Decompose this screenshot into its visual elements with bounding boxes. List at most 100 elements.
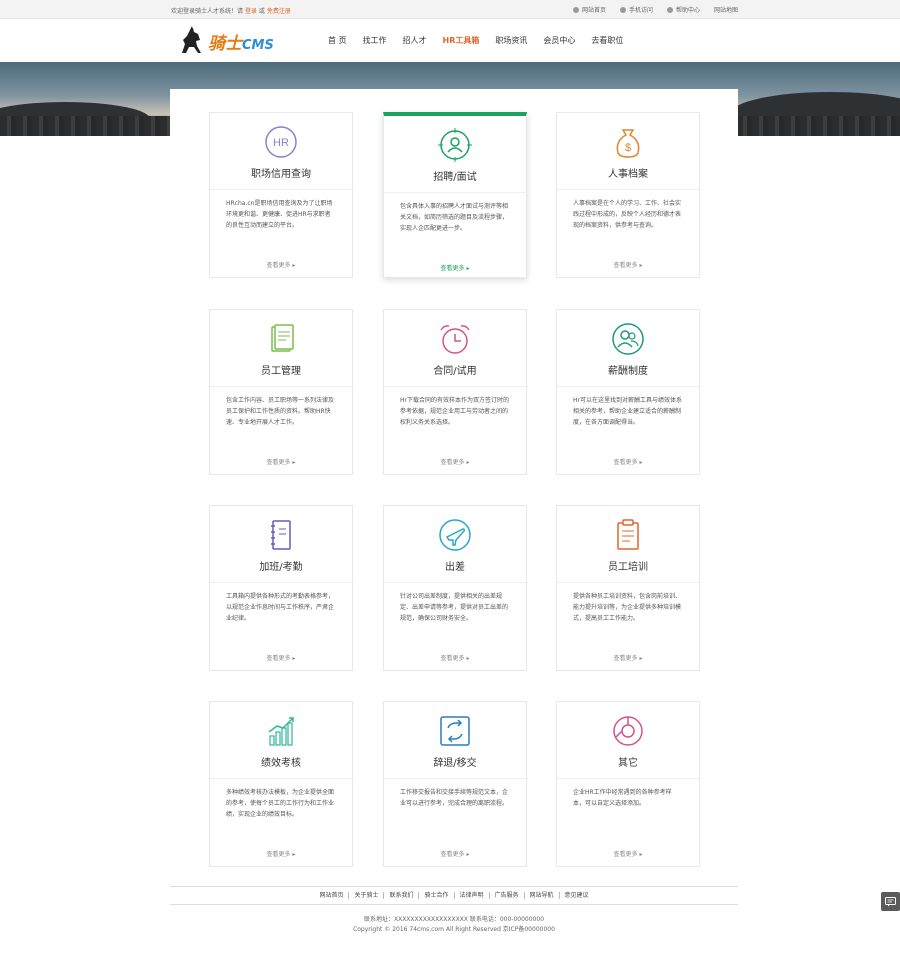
tool-card-title: 招聘/面试 xyxy=(433,172,477,183)
view-more-label: 查看更多 xyxy=(613,851,638,858)
home-icon xyxy=(572,6,579,13)
knight-horse-logo-icon xyxy=(182,26,201,53)
footer-link[interactable]: 网站导航 xyxy=(525,892,560,899)
footer-link[interactable]: 意见建议 xyxy=(560,892,594,899)
tool-card[interactable]: 薪酬制度 Hr可以在这里找到对薪酬工具与绩效体系相关的参考，帮助企业建立适合的薪酬… xyxy=(556,309,701,475)
pie-circle-icon xyxy=(613,716,643,746)
view-more-link[interactable]: 查看更多 ▸ xyxy=(384,263,526,272)
top-link-mobile[interactable]: 手机访问 xyxy=(619,5,653,14)
nav-hr-tools[interactable]: HR工具箱 xyxy=(443,35,480,46)
top-link-sitemap[interactable]: 网站地图 xyxy=(714,5,738,14)
arrow-right-icon: ▸ xyxy=(639,851,643,858)
nav-find-talent[interactable]: 招人才 xyxy=(403,35,427,46)
tool-card-description: 人事档案是在个人的学习、工作、社会实践过程中形成的，反映个人经历和德才表现的档案… xyxy=(573,200,682,229)
tool-card-description: Hr可以在这里找到对薪酬工具与绩效体系相关的参考，帮助企业建立适合的薪酬制度，在… xyxy=(573,397,682,426)
top-link-help[interactable]: 帮助中心 xyxy=(666,5,700,14)
logo[interactable]: 骑士CMS xyxy=(178,24,278,58)
logo-text: 骑士CMS xyxy=(208,29,274,54)
header: 骑士CMS 首 页 找工作 招人才 HR工具箱 职场资讯 会员中心 去看职位 xyxy=(0,19,900,62)
view-more-link[interactable]: 查看更多 ▸ xyxy=(557,260,699,269)
login-link[interactable]: 登录 xyxy=(245,8,257,15)
tool-card[interactable]: $ 人事档案 人事档案是在个人的学习、工作、社会实践过程中形成的，反映个人经历和德才… xyxy=(556,112,701,278)
tool-card-title: 绩效考核 xyxy=(261,758,301,769)
arrow-right-icon: ▸ xyxy=(466,655,470,662)
tool-card[interactable]: 加班/考勤工具箱内提供各种形式的考勤表格参考，以规范企业作息时间与工作秩序，严肃… xyxy=(209,505,354,671)
tool-card[interactable]: 其它企业HR工作中经常遇到的各种参考样本，可以自定义选择添加。查看更多 ▸ xyxy=(556,701,701,867)
view-more-link[interactable]: 查看更多 ▸ xyxy=(557,849,699,858)
tool-card[interactable]: 辞退/移交工作移交报告和交接手续等规范文本，企业可以进行参考，完成合理的离职流程… xyxy=(383,701,528,867)
arrow-right-icon: ▸ xyxy=(292,459,296,466)
tool-card-description: HRcha.cn是职场信用查询及为了让职场环境更和谐、更健康、促进HR与求职者的… xyxy=(226,200,333,229)
tool-card-description: 针对公司出差制度，提供相关的出差规定、出差申请等参考，提供对员工出差的规范，确保… xyxy=(400,593,509,622)
tool-card-description: 多种绩效考核办法模板，为企业提供全面的参考，使每个员工的工作行为和工作业绩，实现… xyxy=(226,789,335,818)
view-more-link[interactable]: 查看更多 ▸ xyxy=(384,457,526,466)
footer-link[interactable]: 广告服务 xyxy=(490,892,525,899)
tool-card[interactable]: 招聘/面试 包含具体入事的招聘人才面试与测评等相关文档，如简历筛选的题目及流程步骤… xyxy=(383,112,528,278)
nav-home[interactable]: 首 页 xyxy=(328,35,347,46)
view-more-link[interactable]: 查看更多 ▸ xyxy=(210,653,352,662)
tool-card-title: 员工培训 xyxy=(608,562,648,573)
logo-sub: CMS xyxy=(242,37,274,53)
tool-card[interactable]: 员工培训 提供各种员工培训资料，包含岗前培训、能力提升培训等，为企业提供多种培训模… xyxy=(556,505,701,671)
tool-card[interactable]: 出差 针对公司出差制度，提供相关的出差规定、出差申请等参考，提供对员工出差的规范，… xyxy=(383,505,528,671)
tool-card-description: 工作移交报告和交接手续等规范文本，企业可以进行参考，完成合理的离职流程。 xyxy=(400,789,509,807)
top-links: 网站首页 手机访问 帮助中心 网站地图 xyxy=(572,5,738,14)
arrow-right-icon: ▸ xyxy=(639,459,643,466)
nav-find-job[interactable]: 找工作 xyxy=(363,35,387,46)
view-more-label: 查看更多 xyxy=(266,459,291,466)
tool-card[interactable]: HR 职场信用查询 HRcha.cn是职场信用查询及为了让职场环境更和谐、更健康、促… xyxy=(209,112,354,278)
view-more-link[interactable]: 查看更多 ▸ xyxy=(384,849,526,858)
footer-link[interactable]: 关于骑士 xyxy=(349,892,385,899)
top-link-label: 网站地图 xyxy=(713,7,738,14)
tool-card[interactable]: 员工管理包含工作内容、员工职场等一系列法律及员工保护和工作性质的资料。帮助HR快… xyxy=(209,309,354,475)
exchange-icon xyxy=(440,716,470,746)
nav-jobs[interactable]: 去看职位 xyxy=(591,35,623,46)
arrow-right-icon: ▸ xyxy=(292,851,296,858)
view-more-link[interactable]: 查看更多 ▸ xyxy=(210,457,352,466)
view-more-link[interactable]: 查看更多 ▸ xyxy=(210,849,352,858)
nav-news[interactable]: 职场资讯 xyxy=(495,35,527,46)
hr-badge-icon: HR xyxy=(265,126,297,158)
footer-link[interactable]: 法律声明 xyxy=(455,892,490,899)
footer-info: 联系地址：XXXXXXXXXXXXXXXXXX 联系电话：000-0000000… xyxy=(170,915,738,935)
notebook-icon xyxy=(271,520,291,550)
arrow-right-icon: ▸ xyxy=(639,262,643,269)
tool-card-description: 包含工作内容、员工职场等一系列法律及员工保护和工作性质的资料。帮助HR快速、专业… xyxy=(226,397,335,426)
bar-growth-icon xyxy=(268,717,294,746)
people-circle-icon xyxy=(612,323,644,355)
view-more-link[interactable]: 查看更多 ▸ xyxy=(210,260,352,269)
tool-card-title: 其它 xyxy=(618,758,638,769)
tool-card[interactable]: 合同/试用 Hr下载合同的有效样本作为双方签订时的参考依据，规范企业用工与劳动者之… xyxy=(383,309,528,475)
arrow-right-icon: ▸ xyxy=(466,851,470,858)
view-more-link[interactable]: 查看更多 ▸ xyxy=(557,653,699,662)
footer-link[interactable]: 网站首页 xyxy=(314,892,350,899)
register-link[interactable]: 免费注册 xyxy=(267,8,291,15)
tools-panel: HR 职场信用查询 HRcha.cn是职场信用查询及为了让职场环境更和谐、更健康、促… xyxy=(170,89,738,884)
tool-card-description: 工具箱内提供各种形式的考勤表格参考，以规范企业作息时间与工作秩序，严肃企业纪律。 xyxy=(226,593,335,622)
svg-text:$: $ xyxy=(625,142,631,154)
document-icon xyxy=(271,324,294,352)
tool-card-title: 加班/考勤 xyxy=(259,562,303,573)
arrow-right-icon: ▸ xyxy=(466,459,470,466)
logo-brand: 骑士 xyxy=(208,33,242,54)
arrow-right-icon: ▸ xyxy=(292,262,296,269)
main-nav: 首 页 找工作 招人才 HR工具箱 职场资讯 会员中心 去看职位 xyxy=(328,35,639,46)
mobile-icon xyxy=(619,6,626,13)
view-more-link[interactable]: 查看更多 ▸ xyxy=(384,653,526,662)
tool-card-title: 辞退/移交 xyxy=(433,758,477,769)
tool-card-title: 员工管理 xyxy=(261,366,301,377)
tool-card[interactable]: 绩效考核多种绩效考核办法模板，为企业提供全面的参考，使每个员工的工作行为和工作业… xyxy=(209,701,354,867)
footer-link[interactable]: 联系我们 xyxy=(384,892,420,899)
top-link-home[interactable]: 网站首页 xyxy=(572,5,606,14)
view-more-label: 查看更多 xyxy=(440,851,465,858)
footer-link[interactable]: 骑士合作 xyxy=(419,892,455,899)
airplane-icon xyxy=(439,519,471,551)
nav-member-center[interactable]: 会员中心 xyxy=(543,35,575,46)
view-more-label: 查看更多 xyxy=(266,262,291,269)
tool-card-title: 薪酬制度 xyxy=(608,366,648,377)
tool-card-description: 企业HR工作中经常遇到的各种参考样本，可以自定义选择添加。 xyxy=(573,789,672,807)
view-more-label: 查看更多 xyxy=(613,655,638,662)
view-more-link[interactable]: 查看更多 ▸ xyxy=(557,457,699,466)
view-more-label: 查看更多 xyxy=(266,851,291,858)
chat-float-button[interactable] xyxy=(881,892,900,911)
